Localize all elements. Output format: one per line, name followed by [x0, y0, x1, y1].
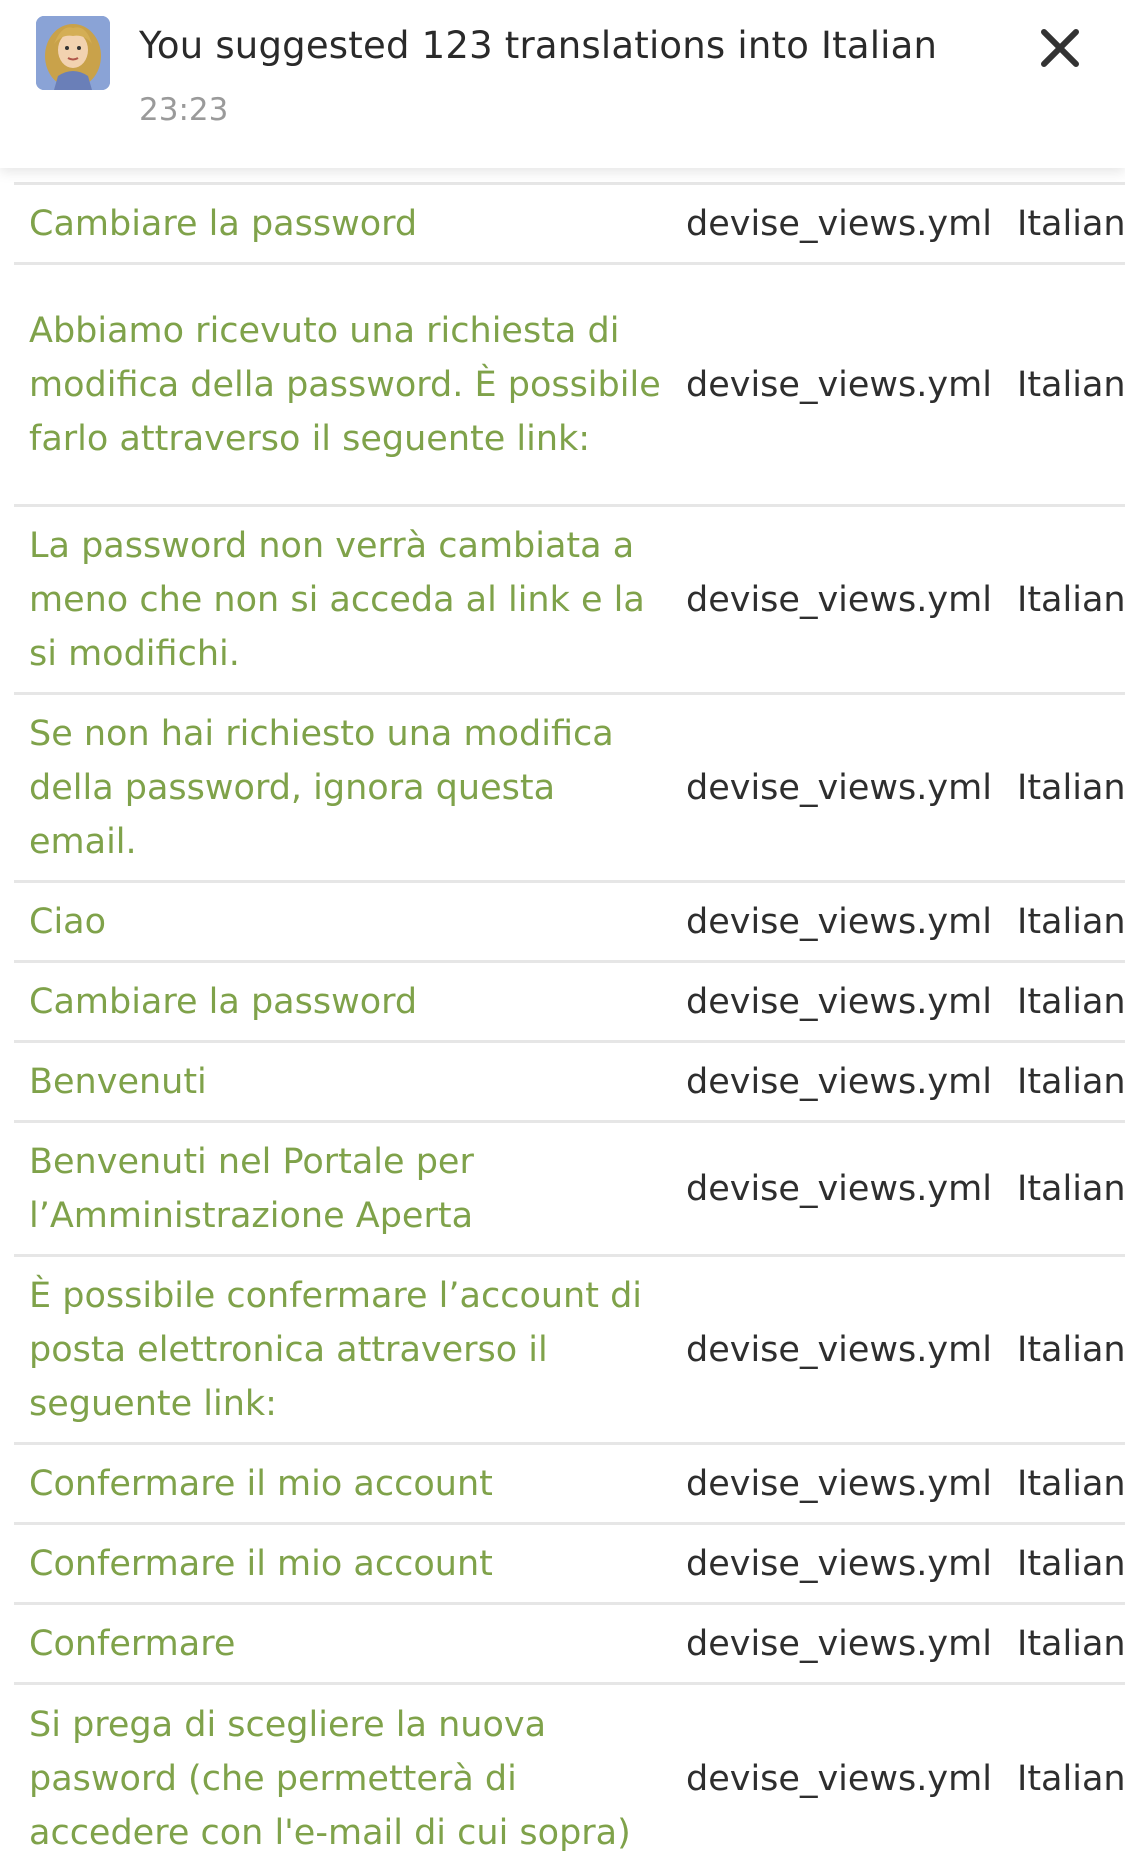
file-name: devise_views.yml — [686, 1543, 992, 1584]
language-name: Italian — [1017, 1759, 1125, 1799]
file-name: devise_views.yml — [686, 1168, 992, 1209]
language-name: Italian — [1017, 1329, 1125, 1370]
language-name: Italian — [1017, 1168, 1125, 1209]
language-name: Italian — [1017, 203, 1125, 244]
translation-link[interactable]: Cambiare la password — [14, 975, 674, 1029]
notification-time: 23:23 — [139, 92, 229, 128]
translation-link[interactable]: Cambiare la password — [14, 197, 674, 251]
language-name: Italian — [1017, 767, 1125, 808]
table-row: Confermare il mio account devise_views.y… — [14, 1445, 1125, 1525]
user-avatar-icon — [36, 16, 110, 90]
table-row: Confermare devise_views.yml Italian — [14, 1605, 1125, 1685]
file-name: devise_views.yml — [686, 364, 992, 405]
translation-link[interactable]: La password non verrà cambiata a meno ch… — [14, 519, 674, 681]
translation-link[interactable]: Confermare — [14, 1617, 674, 1671]
file-name: devise_views.yml — [686, 1329, 992, 1370]
table-row: Benvenuti nel Portale per l’Amministrazi… — [14, 1123, 1125, 1257]
table-row: La password non verrà cambiata a meno ch… — [14, 507, 1125, 695]
page: You suggested 123 translations into Ital… — [0, 0, 1125, 1869]
translation-link[interactable]: Confermare il mio account — [14, 1537, 674, 1591]
file-name: devise_views.yml — [686, 981, 992, 1022]
translation-link[interactable]: Se non hai richiesto una modifica della … — [14, 707, 674, 869]
table-row: Ciao devise_views.yml Italian — [14, 883, 1125, 963]
file-name: devise_views.yml — [686, 203, 992, 244]
translation-link[interactable]: Abbiamo ricevuto una richiesta di modifi… — [14, 304, 674, 466]
table-row: Abbiamo ricevuto una richiesta di modifi… — [14, 265, 1125, 507]
language-name: Italian — [1017, 579, 1125, 620]
language-name: Italian — [1017, 1463, 1125, 1504]
table-row: Cambiare la password devise_views.yml It… — [14, 963, 1125, 1043]
translation-link[interactable]: Benvenuti — [14, 1055, 674, 1109]
file-name: devise_views.yml — [686, 901, 992, 942]
file-name: devise_views.yml — [686, 1463, 992, 1504]
language-name: Italian — [1017, 1623, 1125, 1664]
file-name: devise_views.yml — [686, 767, 992, 808]
table-row: È possibile confermare l’account di post… — [14, 1257, 1125, 1445]
file-name: devise_views.yml — [686, 579, 992, 620]
language-name: Italian — [1017, 901, 1125, 942]
notification-title: You suggested 123 translations into Ital… — [139, 24, 938, 67]
translation-link[interactable]: Ciao — [14, 895, 674, 949]
translation-link[interactable]: Si prega di scegliere la nuova pasword (… — [14, 1698, 674, 1860]
language-name: Italian — [1017, 981, 1125, 1022]
table-row: Se non hai richiesto una modifica della … — [14, 695, 1125, 883]
translation-link[interactable]: È possibile confermare l’account di post… — [14, 1269, 674, 1431]
translation-link[interactable]: Confermare il mio account — [14, 1457, 674, 1511]
file-name: devise_views.yml — [686, 1061, 992, 1102]
table-row: Benvenuti devise_views.yml Italian — [14, 1043, 1125, 1123]
table-row: Si prega di scegliere la nuova pasword (… — [14, 1685, 1125, 1869]
table-row: Cambiare la password devise_views.yml It… — [14, 185, 1125, 265]
translation-link[interactable]: Benvenuti nel Portale per l’Amministrazi… — [14, 1135, 674, 1243]
translations-table: Cambiare la password devise_views.yml It… — [14, 182, 1125, 1869]
language-name: Italian — [1017, 364, 1125, 405]
language-name: Italian — [1017, 1543, 1125, 1584]
table-row: Confermare il mio account devise_views.y… — [14, 1525, 1125, 1605]
file-name: devise_views.yml — [686, 1623, 992, 1664]
file-name: devise_views.yml — [686, 1759, 992, 1799]
close-icon[interactable] — [1036, 24, 1084, 72]
language-name: Italian — [1017, 1061, 1125, 1102]
notification-banner[interactable]: You suggested 123 translations into Ital… — [0, 0, 1125, 168]
